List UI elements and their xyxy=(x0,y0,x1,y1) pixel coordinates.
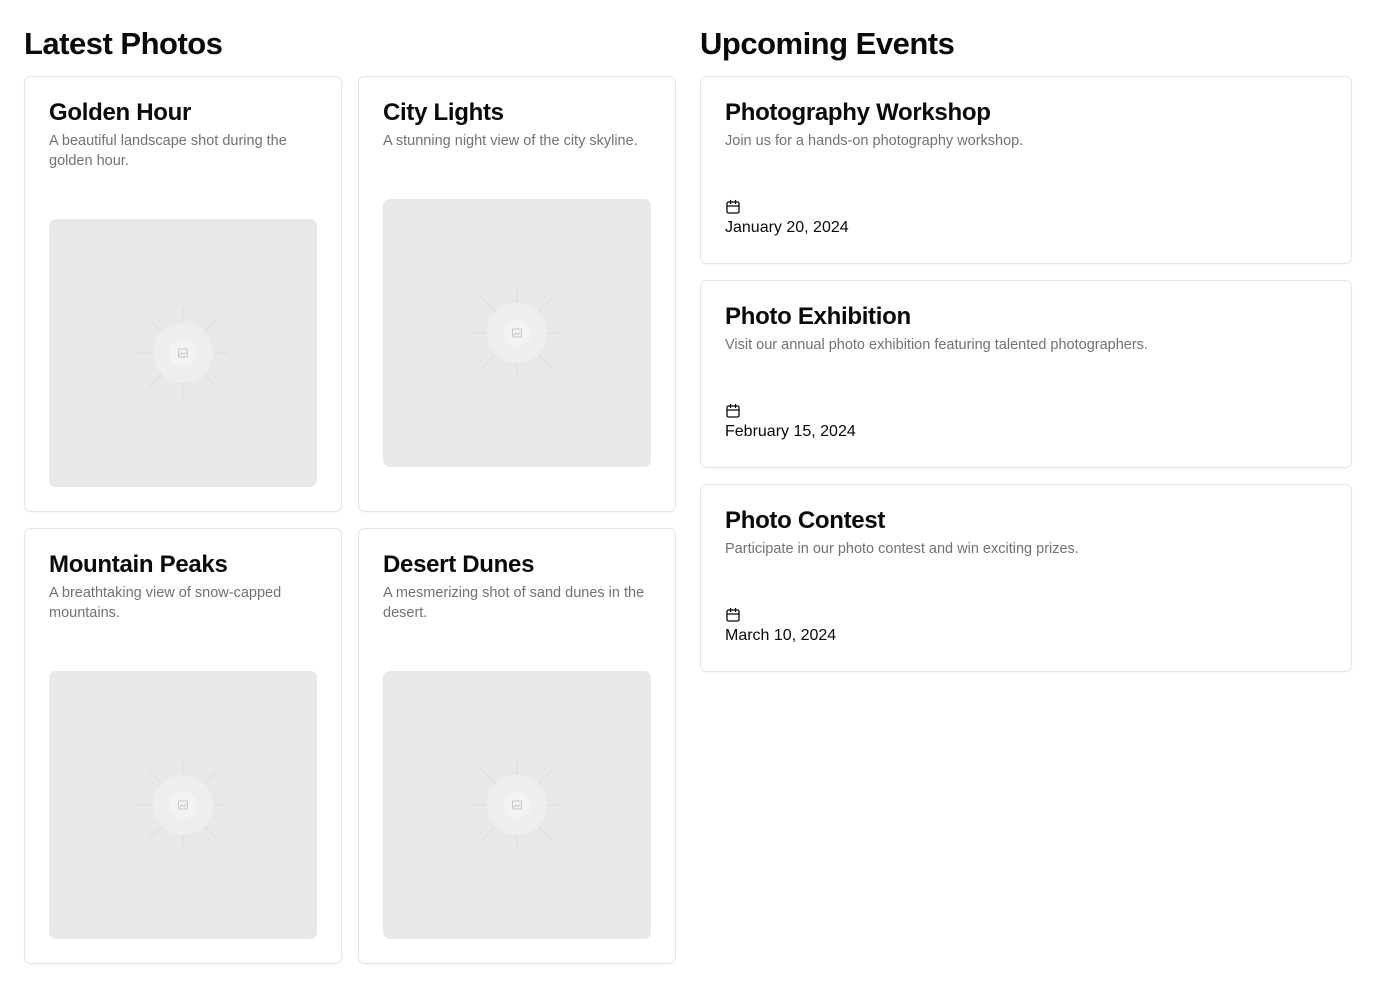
event-card-photo-exhibition[interactable]: Photo Exhibition Visit our annual photo … xyxy=(700,280,1352,468)
calendar-icon xyxy=(726,199,740,214)
event-date: March 10, 2024 xyxy=(725,627,837,644)
photo-image[interactable] xyxy=(49,219,317,487)
calendar-icon xyxy=(726,607,740,622)
event-description: Participate in our photo contest and win… xyxy=(725,541,1079,557)
image-placeholder-icon xyxy=(138,760,228,850)
event-title: Photography Workshop xyxy=(725,99,991,126)
photo-description: A mesmerizing shot of sand dunes in the … xyxy=(383,585,645,621)
photo-description: A beautiful landscape shot during the go… xyxy=(49,133,287,169)
photo-image[interactable] xyxy=(49,671,317,939)
photo-image[interactable] xyxy=(383,199,651,467)
calendar-icon xyxy=(726,403,740,418)
image-placeholder-icon xyxy=(138,308,228,398)
event-date: January 20, 2024 xyxy=(725,219,849,236)
image-placeholder-icon xyxy=(472,760,562,850)
latest-photos-heading: Latest Photos xyxy=(24,26,223,61)
photo-title: Golden Hour xyxy=(49,99,192,126)
event-card-photo-contest[interactable]: Photo Contest Participate in our photo c… xyxy=(700,484,1352,672)
photo-description: A breathtaking view of snow-capped mount… xyxy=(49,585,282,621)
photo-card-golden-hour[interactable]: Golden Hour A beautiful landscape shot d… xyxy=(24,76,342,512)
photo-description: A stunning night view of the city skylin… xyxy=(383,133,638,149)
event-date: February 15, 2024 xyxy=(725,423,856,440)
event-title: Photo Exhibition xyxy=(725,303,911,330)
image-placeholder-icon xyxy=(472,288,562,378)
photo-title: Desert Dunes xyxy=(383,551,535,578)
upcoming-events-heading: Upcoming Events xyxy=(700,26,955,61)
photo-card-desert-dunes[interactable]: Desert Dunes A mesmerizing shot of sand … xyxy=(358,528,676,964)
photo-image[interactable] xyxy=(383,671,651,939)
photo-title: Mountain Peaks xyxy=(49,551,228,578)
event-description: Join us for a hands-on photography works… xyxy=(725,133,1024,149)
event-title: Photo Contest xyxy=(725,507,886,534)
photo-card-mountain-peaks[interactable]: Mountain Peaks A breathtaking view of sn… xyxy=(24,528,342,964)
photo-title: City Lights xyxy=(383,99,504,126)
photo-card-city-lights[interactable]: City Lights A stunning night view of the… xyxy=(358,76,676,512)
event-card-photography-workshop[interactable]: Photography Workshop Join us for a hands… xyxy=(700,76,1352,264)
event-description: Visit our annual photo exhibition featur… xyxy=(725,337,1148,353)
